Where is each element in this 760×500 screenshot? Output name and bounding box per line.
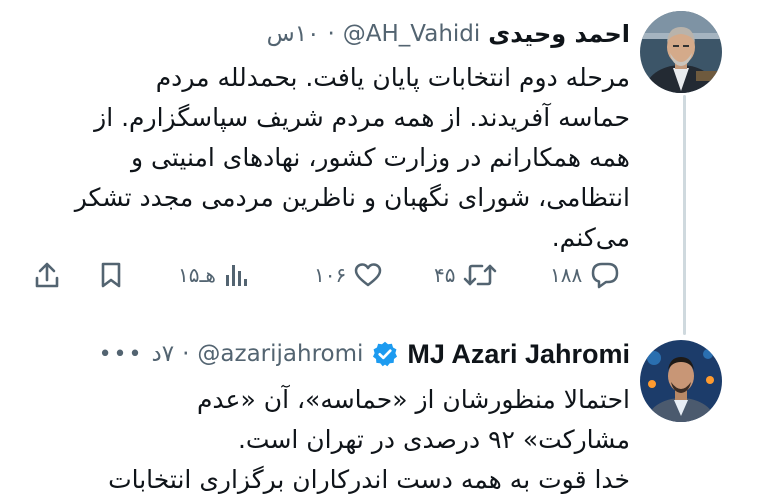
like-button[interactable]: ۱۰۶ (314, 255, 382, 295)
tweet-actions-bar: ۱۵هـ ۱۰۶ ۴۵ ۱۸۸ (30, 255, 630, 295)
tweet-text-line: مشارکت» ۹۲ درصدی در تهران است. (237, 425, 630, 454)
verified-badge-icon (373, 341, 398, 367)
like-count: ۱۰۶ (314, 263, 347, 287)
bookmark-button[interactable] (100, 255, 122, 295)
tweet-time[interactable]: ۱۰س (267, 21, 320, 47)
tweet-time[interactable]: ۷د (152, 341, 175, 367)
tweet-text-line: مرحله دوم انتخابات پایان یافت. بحمدلله م… (155, 63, 630, 92)
author-name[interactable]: MJ Azari Jahromi (407, 339, 630, 370)
reply-button[interactable]: ۱۸۸ (550, 255, 620, 295)
author-handle[interactable]: @AH_Vahidi (343, 21, 481, 47)
tweet-text-line: می‌کنم. (551, 223, 630, 252)
tweet-header: احمد وحیدی @AH_Vahidi · ۱۰س (267, 14, 630, 54)
bookmark-icon (101, 262, 121, 288)
tweet-text: مرحله دوم انتخابات پایان یافت. بحمدلله م… (75, 58, 630, 258)
tweet-header: MJ Azari Jahromi @azarijahromi · ۷د ••• (99, 334, 630, 374)
tweet-text-line: همه همکارانم در وزارت کشور، نهادهای امنی… (131, 143, 630, 172)
views-count: ۱۵هـ (178, 263, 216, 287)
share-button[interactable] (34, 255, 60, 295)
author-name[interactable]: احمد وحیدی (488, 20, 630, 48)
tweet-text-line: حماسه آفریدند. از همه مردم شریف سپاسگزار… (94, 103, 630, 132)
views-button[interactable]: ۱۵هـ (178, 255, 248, 295)
reply-count: ۱۸۸ (550, 263, 583, 287)
more-icon[interactable]: ••• (99, 342, 144, 367)
tweet-text: احتمالا منظورشان از «حماسه»، آن «عدم مشا… (108, 380, 630, 500)
share-icon (35, 262, 59, 288)
separator-dot: · (327, 21, 335, 47)
reply-icon (591, 262, 619, 289)
tweet-text-line: خدا قوت به همه دست اندرکاران برگزاری انت… (108, 465, 630, 494)
avatar-photo (640, 11, 722, 93)
separator-dot: · (182, 341, 190, 367)
avatar[interactable] (640, 11, 722, 93)
retweet-icon (464, 264, 497, 286)
tweet-text-line: احتمالا منظورشان از «حماسه»، آن «عدم (196, 385, 630, 414)
analytics-icon (225, 265, 247, 286)
avatar-photo (640, 340, 722, 422)
heart-icon (354, 263, 382, 287)
avatar[interactable] (640, 340, 722, 422)
retweet-count: ۴۵ (434, 263, 456, 287)
retweet-button[interactable]: ۴۵ (434, 255, 497, 295)
author-handle[interactable]: @azarijahromi (197, 341, 363, 367)
thread-connector-line (683, 95, 686, 335)
tweet-text-line: انتظامی، شورای نگهبان و ناظرین مردمی مجد… (74, 183, 630, 212)
